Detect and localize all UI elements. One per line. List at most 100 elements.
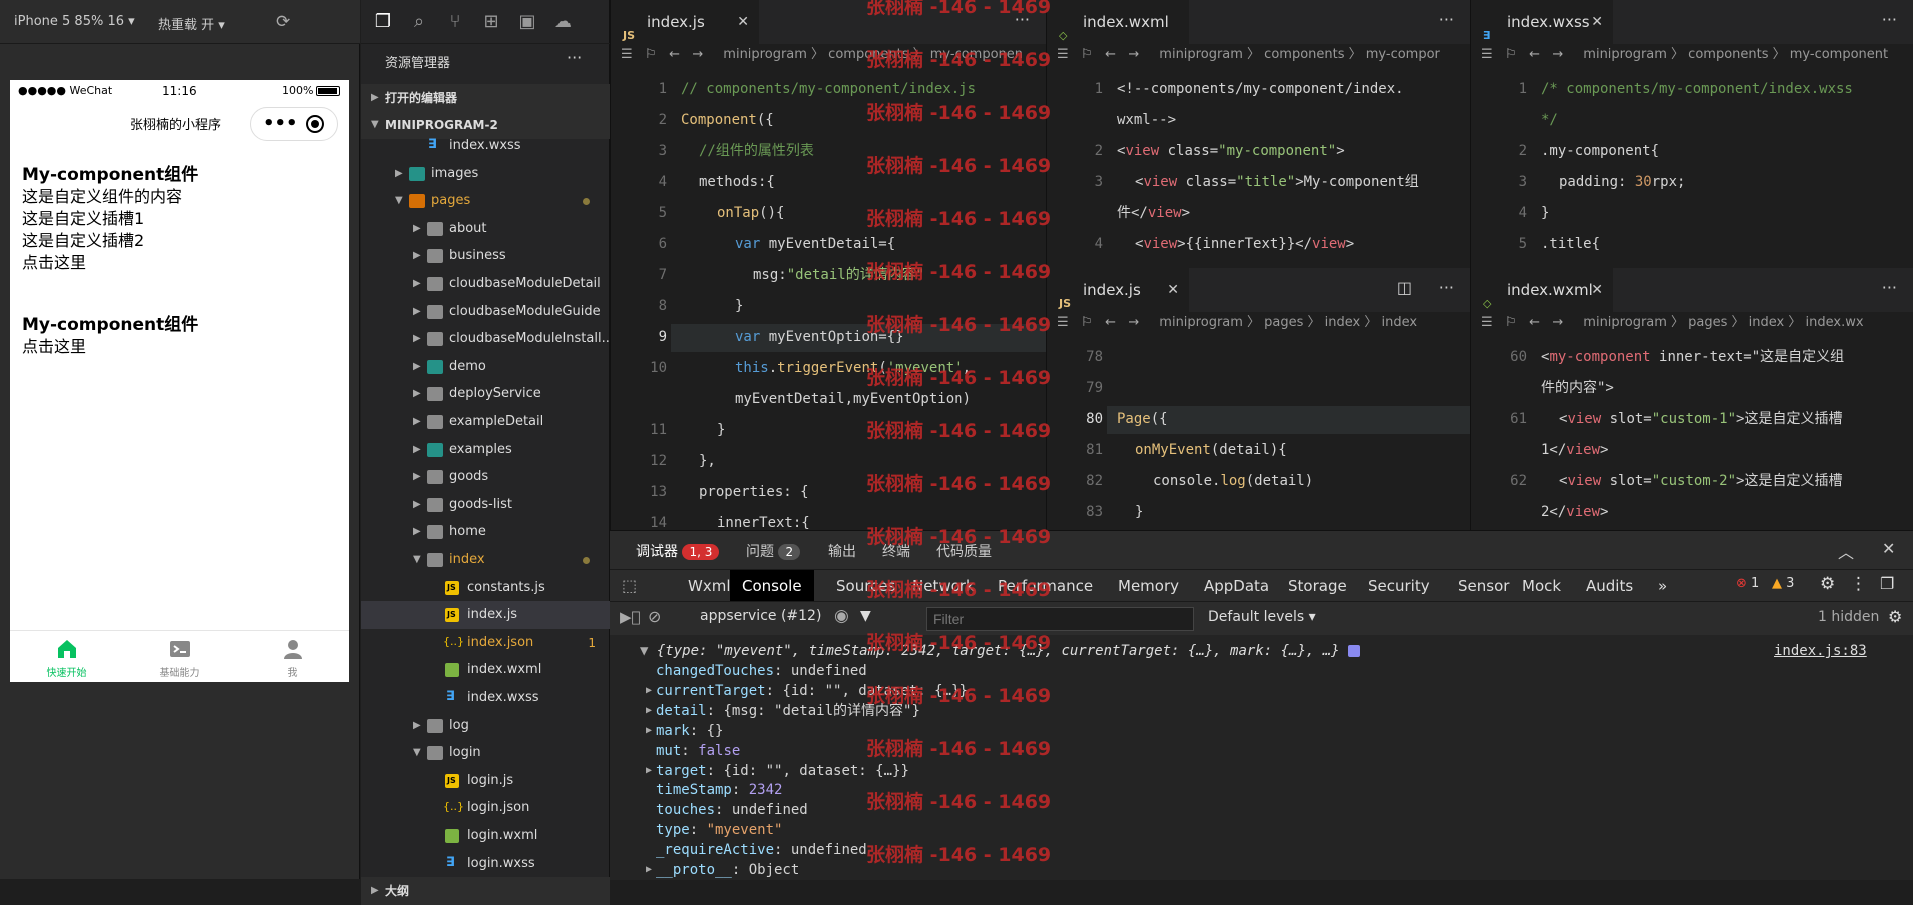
files-icon[interactable]: ❐ <box>371 10 395 34</box>
log-property[interactable]: ▶ detail: {msg: "detail的详情内容"} <box>646 701 920 721</box>
source-control-icon[interactable]: ⑂ <box>443 10 467 34</box>
close-icon[interactable]: ✕ <box>737 0 749 44</box>
editor-page-js[interactable]: JS index.js ✕ ◫ ··· ☰ ⚐ ← → miniprogram 〉 p… <box>1046 268 1470 530</box>
close-icon[interactable]: ✕ <box>1591 268 1603 312</box>
console-settings-icon[interactable]: ⚙ <box>1888 607 1902 626</box>
panel-tab-storage[interactable]: Storage <box>1276 570 1359 602</box>
tab-page-index-js[interactable]: JS index.js ✕ <box>1047 268 1189 312</box>
panel-tab-mock[interactable]: Mock <box>1510 570 1573 602</box>
more-vertical-icon[interactable]: ⋮ <box>1850 574 1867 594</box>
tab-problems[interactable]: 问题 2 <box>746 541 801 561</box>
folder-item[interactable]: ▶ cloudbaseModuleDetail <box>361 270 610 298</box>
file-item[interactable]: JS constants.js <box>361 574 610 602</box>
close-icon[interactable]: ✕ <box>1882 539 1895 558</box>
close-icon[interactable]: ✕ <box>1167 268 1179 312</box>
source-link[interactable]: index.js:83 <box>1774 641 1867 661</box>
folder-item[interactable]: ▼ pages <box>361 187 610 215</box>
collapse-icon[interactable]: ︿ <box>1838 539 1854 563</box>
outline-section[interactable]: ▶ 大纲 <box>361 877 610 905</box>
folder-item[interactable]: ▶ goods-list <box>361 491 610 519</box>
panel-tab-network[interactable]: Network <box>900 570 987 602</box>
file-item[interactable]: JS login.js <box>361 767 610 795</box>
open-editors-section[interactable]: ▶ 打开的编辑器 <box>361 84 610 112</box>
folder-item[interactable]: ▶ cloudbaseModuleGuide <box>361 298 610 326</box>
folder-item[interactable]: ▶ examples <box>361 436 610 464</box>
folder-item[interactable]: ▶ exampleDetail <box>361 408 610 436</box>
tab-component-index-wxss[interactable]: ∃ index.wxss ✕ <box>1471 0 1613 44</box>
file-item[interactable]: ∃ index.wxss <box>361 132 610 160</box>
panel-tab-appdata[interactable]: AppData <box>1192 570 1281 602</box>
editor-component-wxss[interactable]: ∃ index.wxss ✕ ··· ☰ ⚐ ← → miniprogram 〉 co… <box>1470 0 1913 268</box>
click-here-text[interactable]: 点击这里 <box>22 252 198 274</box>
tab-basic-ability[interactable]: 基础能力 <box>123 637 236 679</box>
panel-tab-[interactable]: » <box>1646 570 1679 602</box>
panel-tab-console[interactable]: Console <box>730 570 814 602</box>
editor-more-icon[interactable]: ··· <box>1882 278 1897 297</box>
tab-component-index-wxml[interactable]: ◇ index.wxml <box>1047 0 1189 44</box>
clear-console-icon[interactable]: ⊘ <box>648 607 661 626</box>
editor-more-icon[interactable]: ··· <box>1439 278 1454 297</box>
file-item[interactable]: ∃ login.wxss <box>361 850 610 878</box>
log-property[interactable]: ▶ currentTarget: {id: "", dataset: {…}} <box>646 681 968 701</box>
log-entry-summary[interactable]: ▼ {type: "myevent", timeStamp: 2342, tar… <box>640 641 1361 661</box>
search-icon[interactable]: ⌕ <box>407 10 431 34</box>
folder-item[interactable]: ▶ about <box>361 215 610 243</box>
folder-item[interactable]: ▶ deployService <box>361 380 610 408</box>
log-property[interactable]: ▶ mark: {} <box>646 721 723 741</box>
panel-tab-sources[interactable]: Sources <box>824 570 907 602</box>
docker-icon[interactable]: ☁ <box>551 10 575 34</box>
panel-tab-performance[interactable]: Performance <box>986 570 1105 602</box>
file-item[interactable]: login.wxml <box>361 822 610 850</box>
folder-item[interactable]: ▶ demo <box>361 353 610 381</box>
file-item[interactable]: JS index.js <box>361 601 610 630</box>
click-here-text[interactable]: 点击这里 <box>22 336 198 358</box>
folder-item[interactable]: ▶ goods <box>361 463 610 491</box>
folder-item[interactable]: ▼ login <box>361 739 610 767</box>
folder-item[interactable]: ▶ home <box>361 518 610 546</box>
log-property[interactable]: ▶ __proto__: Object <box>646 860 799 880</box>
hot-reload-toggle[interactable]: 热重载 开 ▾ <box>158 14 225 33</box>
dock-icon[interactable]: ❐ <box>1880 574 1894 593</box>
log-levels-select[interactable]: Default levels ▾ <box>1208 609 1316 625</box>
log-property[interactable]: ▶ target: {id: "", dataset: {…}} <box>646 761 909 781</box>
panel-tab-security[interactable]: Security <box>1356 570 1442 602</box>
warning-icon[interactable]: ▲ 3 <box>1772 576 1794 591</box>
explorer-more-icon[interactable]: ··· <box>567 48 582 67</box>
editor-more-icon[interactable]: ··· <box>1882 10 1897 29</box>
error-icon[interactable]: ⊗ 1 <box>1736 576 1759 591</box>
filter-input[interactable] <box>926 607 1194 631</box>
split-editor-icon[interactable]: ◫ <box>1397 278 1412 297</box>
panel-tab-audits[interactable]: Audits <box>1574 570 1645 602</box>
file-item[interactable]: index.wxml <box>361 656 610 684</box>
refresh-icon[interactable]: ⟳ <box>276 12 290 32</box>
inspect-icon[interactable]: ⬚ <box>622 576 637 595</box>
tab-code-quality[interactable]: 代码质量 <box>936 541 992 561</box>
more-icon[interactable]: ••• <box>263 113 298 134</box>
capsule-button[interactable]: ••• <box>250 107 338 141</box>
context-selector[interactable]: appservice (#12) ▼ <box>700 608 900 624</box>
file-item[interactable]: {..} index.json 1 <box>361 629 610 657</box>
folder-item[interactable]: ▶ log <box>361 712 610 740</box>
folder-item[interactable]: ▶ images <box>361 160 610 188</box>
editor-component-wxml[interactable]: ◇ index.wxml ··· ☰ ⚐ ← → miniprogram 〉 com… <box>1046 0 1470 268</box>
editor-more-icon[interactable]: ··· <box>1439 10 1454 29</box>
extensions-icon[interactable]: ⊞ <box>479 10 503 34</box>
tab-page-index-wxml[interactable]: ◇ index.wxml ✕ <box>1471 268 1613 312</box>
tab-output[interactable]: 输出 <box>828 541 856 561</box>
sidebar-toggle-icon[interactable]: ▶⃞ <box>620 608 641 626</box>
tab-quick-start[interactable]: 快速开始 <box>10 637 123 679</box>
file-item[interactable]: {..} login.json <box>361 794 610 822</box>
file-item[interactable]: ∃ index.wxss <box>361 684 610 712</box>
folder-item[interactable]: ▶ business <box>361 242 610 270</box>
folder-item[interactable]: ▶ cloudbaseModuleInstall... <box>361 325 610 353</box>
tab-component-index-js[interactable]: JS index.js ✕ <box>611 0 759 44</box>
panel-tab-memory[interactable]: Memory <box>1106 570 1191 602</box>
tab-me[interactable]: 我 <box>236 637 349 679</box>
device-selector[interactable]: iPhone 5 85% 16 ▾ <box>14 14 135 29</box>
settings-icon[interactable]: ⚙ <box>1820 574 1835 594</box>
storage-icon[interactable]: ▣ <box>515 10 539 34</box>
close-icon[interactable]: ✕ <box>1591 0 1603 44</box>
tab-terminal[interactable]: 终端 <box>882 541 910 561</box>
editor-component-js[interactable]: JS index.js ✕ ··· ☰ ⚐ ← → miniprogram 〉 com… <box>610 0 1046 530</box>
editor-more-icon[interactable]: ··· <box>1015 10 1030 29</box>
